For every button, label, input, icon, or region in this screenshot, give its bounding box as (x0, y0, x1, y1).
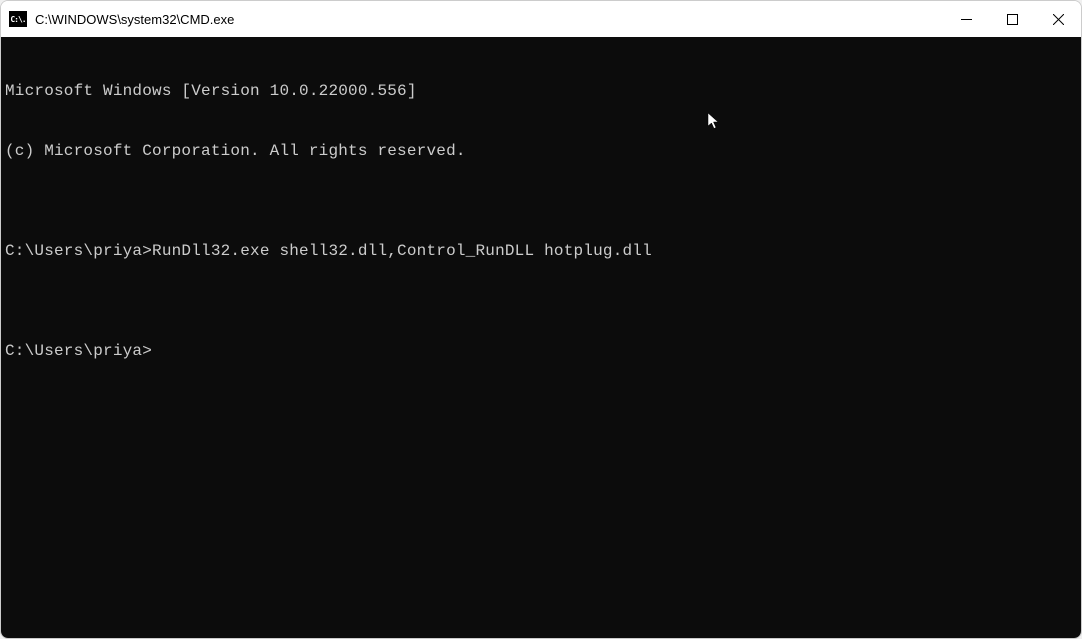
minimize-icon (961, 14, 972, 25)
minimize-button[interactable] (943, 1, 989, 37)
terminal-area[interactable]: Microsoft Windows [Version 10.0.22000.55… (1, 37, 1081, 638)
window-controls (943, 1, 1081, 37)
terminal-line: C:\Users\priya>RunDll32.exe shell32.dll,… (5, 241, 1077, 261)
cmd-icon: C:\. (9, 11, 27, 27)
close-icon (1053, 14, 1064, 25)
terminal-line: Microsoft Windows [Version 10.0.22000.55… (5, 81, 1077, 101)
maximize-icon (1007, 14, 1018, 25)
terminal-line: (c) Microsoft Corporation. All rights re… (5, 141, 1077, 161)
window-title: C:\WINDOWS\system32\CMD.exe (35, 12, 943, 27)
cmd-icon-text: C:\. (10, 15, 25, 24)
terminal-prompt: C:\Users\priya> (5, 341, 1077, 361)
maximize-button[interactable] (989, 1, 1035, 37)
cmd-window: C:\. C:\WINDOWS\system32\CMD.exe (0, 0, 1082, 639)
titlebar[interactable]: C:\. C:\WINDOWS\system32\CMD.exe (1, 1, 1081, 37)
close-button[interactable] (1035, 1, 1081, 37)
